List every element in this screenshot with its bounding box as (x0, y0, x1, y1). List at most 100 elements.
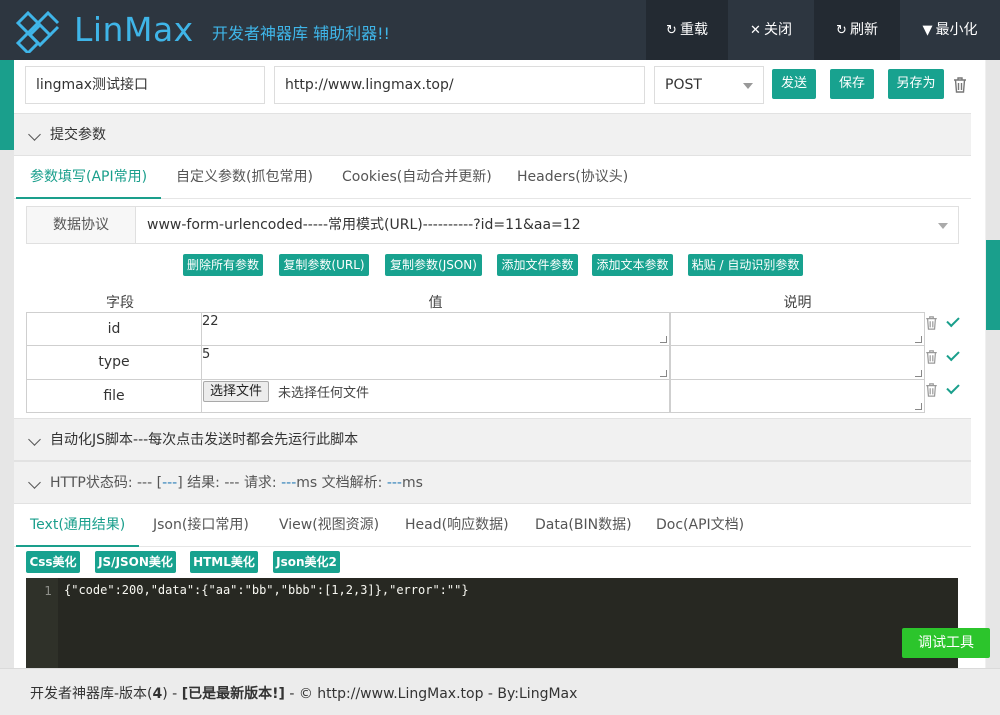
slogan: 开发者神器库 辅助利器!! (212, 24, 390, 43)
chevron-down-icon (28, 128, 41, 141)
footer-latest: [已是最新版本!] (181, 686, 285, 702)
line-number-gutter: 1 (26, 578, 58, 668)
http-status-section-header[interactable]: HTTP状态码: --- [---] 结果: --- 请求: ---ms 文档解… (14, 461, 971, 504)
tab-api-params[interactable]: 参数填写(API常用) (16, 157, 162, 199)
resize-handle-icon[interactable] (915, 403, 922, 410)
resize-handle-icon[interactable] (915, 370, 922, 377)
tab-headers[interactable]: Headers(协议头) (517, 157, 628, 199)
param-desc-type[interactable] (670, 345, 925, 380)
choose-file-button[interactable]: 选择文件 (203, 381, 270, 402)
tab-json[interactable]: Json(接口常用) (153, 505, 249, 547)
method-value: POST (665, 77, 702, 93)
request-time-unit: ms (296, 475, 318, 491)
main-panel: lingmax测试接口 http://www.lingmax.top/ POST… (14, 60, 986, 668)
http-status-bracket: --- (162, 475, 178, 491)
save-button[interactable]: 保存 (830, 69, 874, 99)
check-icon[interactable] (946, 380, 960, 395)
param-desc-id[interactable] (670, 312, 925, 346)
param-desc-file[interactable] (670, 379, 925, 413)
column-header-field: 字段 (106, 295, 134, 311)
add-file-param-button[interactable]: 添加文件参数 (497, 254, 578, 276)
resize-handle-icon[interactable] (660, 336, 667, 343)
footer-mid: ) - (162, 686, 182, 702)
trash-icon[interactable] (953, 77, 967, 93)
tab-head[interactable]: Head(响应数据) (405, 505, 509, 547)
js-json-beautify-button[interactable]: JS/JSON美化 (95, 551, 176, 573)
refresh-icon: ↻ (836, 23, 847, 38)
method-select[interactable]: POST (654, 66, 764, 104)
param-field-id[interactable]: id (26, 312, 202, 346)
caret-down-icon: ▼ (922, 23, 933, 38)
result-value: --- (224, 475, 240, 491)
parse-time-unit: ms (401, 475, 423, 491)
footer: 开发者神器库-版本(4) - [已是最新版本!] - © http://www.… (0, 668, 1000, 715)
scrollbar-track[interactable] (985, 60, 986, 668)
debug-tools-button[interactable]: 调试工具 (902, 628, 990, 658)
url-input[interactable]: http://www.lingmax.top/ (274, 66, 645, 104)
refresh-label: 刷新 (849, 22, 878, 38)
send-button[interactable]: 发送 (772, 69, 816, 99)
file-status-text: 未选择任何文件 (278, 386, 370, 401)
close-label: 关闭 (763, 22, 792, 38)
column-header-desc: 说明 (783, 295, 812, 311)
js-script-section-title: 自动化JS脚本---每次点击发送时都会先运行此脚本 (50, 432, 359, 448)
save-as-button[interactable]: 另存为 (888, 69, 944, 99)
close-button[interactable]: ✕ 关闭 (728, 0, 814, 60)
footer-prefix: 开发者神器库-版本( (30, 686, 153, 702)
http-status-code: --- (137, 475, 153, 491)
trash-icon[interactable] (925, 383, 938, 397)
column-header-value: 值 (428, 295, 443, 311)
http-status-label: HTTP状态码: (50, 475, 133, 491)
parse-time-value: --- (386, 475, 402, 491)
paste-auto-detect-button[interactable]: 粘贴 / 自动识别参数 (688, 254, 803, 276)
params-section-header[interactable]: 提交参数 (14, 113, 971, 156)
request-time-value: --- (281, 475, 297, 491)
chevron-down-icon (28, 476, 41, 489)
tab-data[interactable]: Data(BIN数据) (535, 505, 632, 547)
request-name-input[interactable]: lingmax测试接口 (25, 66, 265, 104)
tab-view[interactable]: View(视图资源) (279, 505, 379, 547)
param-value-id[interactable]: 22 (201, 312, 670, 346)
tab-text-result[interactable]: Text(通用结果) (16, 505, 140, 547)
minimize-label: 最小化 (935, 22, 978, 38)
delete-all-params-button[interactable]: 删除所有参数 (183, 254, 263, 276)
parse-time-label: 文档解析: (321, 475, 383, 491)
reload-button[interactable]: ↻ 重载 (646, 0, 728, 60)
js-script-section-header[interactable]: 自动化JS脚本---每次点击发送时都会先运行此脚本 (14, 418, 971, 461)
copy-params-json-button[interactable]: 复制参数(JSON) (385, 254, 482, 276)
logo-text: LinMax (74, 10, 194, 49)
param-value-type[interactable]: 5 (201, 345, 670, 380)
reload-label: 重载 (679, 22, 708, 38)
param-field-type[interactable]: type (26, 345, 202, 380)
tab-custom-params[interactable]: 自定义参数(抓包常用) (176, 157, 313, 199)
tab-cookies[interactable]: Cookies(自动合并更新) (342, 157, 492, 199)
top-bar: LinMax 开发者神器库 辅助利器!! ↻ 重载 ✕ 关闭 ↻ 刷新 ▼ 最小化 (0, 0, 1000, 60)
protocol-label: 数据协议 (27, 207, 136, 243)
left-accent-strip (0, 60, 14, 150)
dropdown-arrow-icon (743, 83, 753, 89)
trash-icon[interactable] (925, 350, 938, 364)
minimize-button[interactable]: ▼ 最小化 (900, 0, 1000, 60)
copy-params-url-button[interactable]: 复制参数(URL) (279, 254, 369, 276)
param-field-file[interactable]: file (26, 379, 202, 413)
protocol-select[interactable]: 数据协议 www-form-urlencoded-----常用模式(URL)--… (26, 206, 959, 244)
params-section-title: 提交参数 (50, 127, 106, 143)
protocol-value: www-form-urlencoded-----常用模式(URL)-------… (147, 217, 581, 233)
css-beautify-button[interactable]: Css美化 (26, 551, 80, 573)
check-icon[interactable] (946, 313, 960, 328)
check-icon[interactable] (946, 347, 960, 362)
code-line: {"code":200,"data":{"aa":"bb","bbb":[1,2… (64, 583, 469, 597)
code-editor[interactable]: 1 {"code":200,"data":{"aa":"bb","bbb":[1… (26, 578, 958, 668)
refresh-button[interactable]: ↻ 刷新 (814, 0, 900, 60)
add-text-param-button[interactable]: 添加文本参数 (592, 254, 673, 276)
resize-handle-icon[interactable] (915, 336, 922, 343)
tab-doc[interactable]: Doc(API文档) (656, 505, 744, 547)
html-beautify-button[interactable]: HTML美化 (190, 551, 258, 573)
trash-icon[interactable] (925, 316, 938, 330)
param-value-text: 22 (202, 314, 219, 329)
dropdown-arrow-icon (938, 223, 948, 229)
param-value-file: 选择文件 未选择任何文件 (201, 379, 670, 413)
request-time-label: 请求: (243, 475, 277, 491)
resize-handle-icon[interactable] (660, 370, 667, 377)
json-beautify2-button[interactable]: Json美化2 (273, 551, 340, 573)
